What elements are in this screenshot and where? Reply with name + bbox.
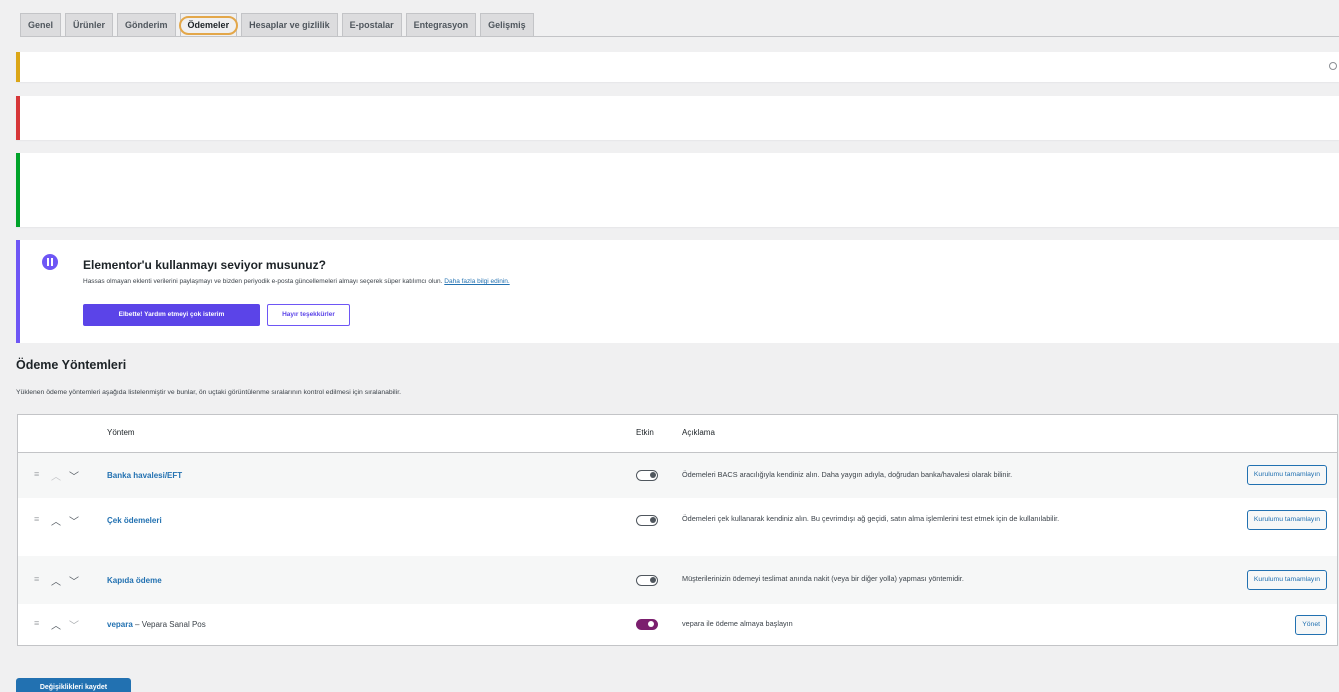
section-description: Yüklenen ödeme yöntemleri aşağıda listel… [16,389,401,396]
chevron-down-icon[interactable]: ﹀ [69,468,79,483]
chevron-up-icon[interactable]: ︿ [51,617,61,632]
chevron-up-icon[interactable]: ︿ [51,573,61,588]
gear-icon[interactable] [1329,62,1337,70]
tab-hesaplar[interactable]: Hesaplar ve gizlilik [241,13,338,36]
tab-epostalar[interactable]: E-postalar [341,13,402,36]
column-description: Açıklama [682,428,715,437]
chevron-down-icon[interactable]: ﹀ [69,513,79,528]
elementor-logo-icon [42,254,58,270]
decline-button[interactable]: Hayır teşekkürler [267,304,350,326]
table-row: ≡ ︿ ﹀ Çek ödemeleri Ödemeleri çek kullan… [18,498,1337,556]
learn-more-link[interactable]: Daha fazla bilgi edinin. [444,278,509,285]
setup-button[interactable]: Kurulumu tamamlayın [1246,465,1327,485]
column-enabled: Etkin [636,428,654,437]
warning-notice [16,52,1339,82]
tab-genel[interactable]: Genel [20,13,62,36]
error-notice [16,96,1339,140]
elementor-notice-body: Hassas olmayan eklenti verilerini paylaş… [83,278,443,285]
method-description: vepara ile ödeme almaya başlayın [682,619,793,628]
success-notice [16,153,1339,227]
column-method: Yöntem [107,428,135,437]
tab-gelismis[interactable]: Gelişmiş [480,13,534,36]
enabled-toggle[interactable] [636,619,658,630]
table-row: ≡ ︿ ﹀ Banka havalesi/EFT Ödemeleri BACS … [18,453,1337,498]
method-description: Ödemeleri BACS aracılığıyla kendiniz alı… [682,470,1013,479]
chevron-down-icon[interactable]: ﹀ [69,573,79,588]
drag-handle-icon[interactable]: ≡ [34,469,39,479]
method-name-link[interactable]: Kapıda ödeme [107,576,162,585]
accept-button[interactable]: Elbette! Yardım etmeyi çok isterim [83,304,260,326]
chevron-down-icon[interactable]: ﹀ [69,617,79,632]
method-subtitle: – Vepara Sanal Pos [132,620,206,629]
manage-button[interactable]: Yönet [1295,615,1327,635]
enabled-toggle[interactable] [636,575,658,586]
drag-handle-icon[interactable]: ≡ [34,618,39,628]
tab-entegrasyon[interactable]: Entegrasyon [405,13,477,36]
setup-button[interactable]: Kurulumu tamamlayın [1246,570,1327,590]
chevron-up-icon[interactable]: ︿ [51,513,61,528]
elementor-notice-title: Elementor'u kullanmayı seviyor musunuz? [83,258,326,272]
drag-handle-icon[interactable]: ≡ [34,574,39,584]
elementor-notice: Elementor'u kullanmayı seviyor musunuz? … [16,240,1339,343]
method-name-link[interactable]: Banka havalesi/EFT [107,471,182,480]
method-description: Müşterilerinizin ödemeyi teslimat anında… [682,574,964,583]
page-title: Ödeme Yöntemleri [16,358,127,372]
table-row: ≡ ︿ ﹀ vepara – Vepara Sanal Pos vepara i… [18,604,1337,646]
method-name-link[interactable]: Çek ödemeleri [107,516,162,525]
tab-gonderim[interactable]: Gönderim [117,13,176,36]
method-description: Ödemeleri çek kullanarak kendiniz alın. … [682,514,1060,523]
settings-tabs: Genel Ürünler Gönderim Ödemeler Hesaplar… [20,13,1339,37]
elementor-notice-text: Hassas olmayan eklenti verilerini paylaş… [83,278,510,285]
method-name-link[interactable]: vepara – Vepara Sanal Pos [107,620,206,629]
tab-odemeler[interactable]: Ödemeler [178,13,238,36]
chevron-up-icon[interactable]: ︿ [51,468,61,483]
drag-handle-icon[interactable]: ≡ [34,514,39,524]
table-header: Yöntem Etkin Açıklama [18,415,1337,453]
enabled-toggle[interactable] [636,515,658,526]
method-name[interactable]: vepara [107,620,133,629]
enabled-toggle[interactable] [636,470,658,481]
setup-button[interactable]: Kurulumu tamamlayın [1246,510,1327,530]
table-row: ≡ ︿ ﹀ Kapıda ödeme Müşterilerinizin ödem… [18,556,1337,604]
tab-urunler[interactable]: Ürünler [65,13,114,36]
save-changes-button[interactable]: Değişiklikleri kaydet [16,678,131,692]
payment-methods-table: Yöntem Etkin Açıklama ≡ ︿ ﹀ Banka havale… [17,414,1338,646]
